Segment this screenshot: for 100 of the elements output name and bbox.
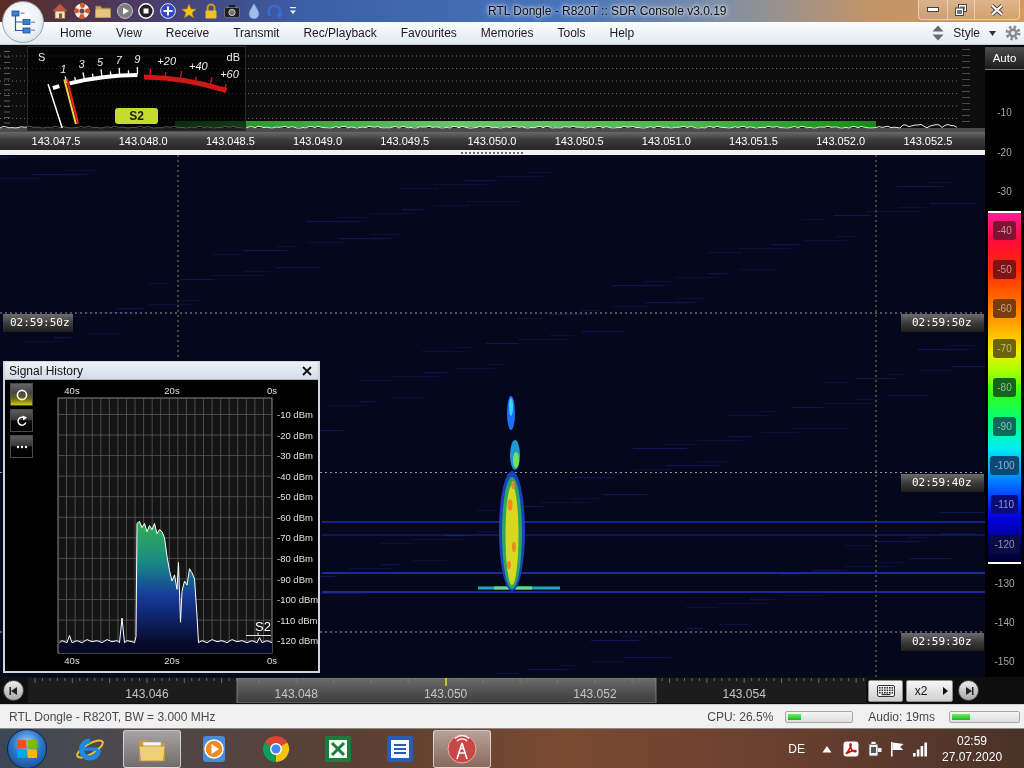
level-label: -90 <box>993 417 1016 436</box>
frequency-label: 143.048.5 <box>205 135 255 147</box>
level-label: -20 <box>997 145 1012 160</box>
close-icon[interactable] <box>302 365 312 376</box>
tuning-cursor <box>445 678 447 687</box>
plus-icon[interactable] <box>159 3 176 19</box>
panel-title: Signal History <box>8 362 84 380</box>
folder-icon[interactable] <box>95 3 111 19</box>
axis-label: 20s <box>164 655 180 666</box>
stop-icon[interactable] <box>138 3 154 19</box>
star-icon[interactable] <box>181 3 197 19</box>
splitter-handle[interactable] <box>460 151 525 154</box>
restore-icon <box>955 3 967 16</box>
gear-icon[interactable] <box>1005 25 1021 41</box>
menu-item[interactable]: Receive <box>159 22 216 44</box>
scroll-left-button[interactable] <box>3 680 24 701</box>
language-indicator[interactable]: DE <box>788 739 805 758</box>
time-label: 02:59:50z <box>3 314 73 332</box>
swirl-icon[interactable] <box>843 740 859 757</box>
level-label: -10 <box>997 106 1012 121</box>
meter-unit-label: dB <box>226 51 240 63</box>
menu-item[interactable]: View <box>110 22 148 44</box>
cpu-label: CPU: 26.5% <box>707 708 774 726</box>
menu-item[interactable]: Rec/Playback <box>297 22 383 44</box>
frequency-label: 143.050 <box>423 687 468 701</box>
reading-marker <box>245 632 272 636</box>
axis-label: 0s <box>267 655 277 666</box>
meter-unit-label: S <box>38 51 46 63</box>
time-label: 02:59:30z <box>901 633 984 651</box>
spreadsheet-icon[interactable] <box>323 733 353 764</box>
level-label: -60 <box>993 299 1016 319</box>
scroll-right-button[interactable] <box>958 680 979 701</box>
camera-icon[interactable] <box>224 3 240 19</box>
signal-reading: S2 <box>255 619 271 634</box>
meter-scale-label: 7 <box>115 53 122 66</box>
frequency-label: 143.052.5 <box>903 135 953 147</box>
frequency-label: 143.052.0 <box>816 135 866 147</box>
play-icon[interactable] <box>116 3 133 19</box>
four-pane-icon <box>17 739 37 758</box>
restore-button[interactable] <box>947 0 974 19</box>
time-label: 02:59:50z <box>901 314 984 332</box>
keyboard-icon <box>876 684 895 697</box>
level-label: -100 <box>990 456 1019 476</box>
auto-button[interactable]: Auto <box>985 47 1024 70</box>
level-label: -150 <box>994 655 1015 670</box>
menu-item[interactable]: Tools <box>551 22 592 44</box>
meter-scale-label: 1 <box>60 62 67 75</box>
signal-bars-icon[interactable] <box>912 740 928 757</box>
frequency-label: 143.051.5 <box>729 135 778 147</box>
frequency-label: 143.047.5 <box>31 135 81 147</box>
meter-scale-label: 3 <box>78 58 85 71</box>
frequency-label: 143.050.5 <box>554 135 604 147</box>
circle-icon <box>15 388 28 401</box>
menu-item[interactable]: Help <box>603 22 641 44</box>
clock-button[interactable]: 02:59 27.07.2020 <box>942 732 1002 765</box>
level-label: -130 <box>994 576 1015 591</box>
axis-label: -120 dBm <box>277 635 318 647</box>
radio-tower-icon <box>447 733 477 764</box>
frequency-label: 143.050.0 <box>467 135 517 147</box>
tool-button[interactable] <box>10 409 33 432</box>
level-label: -120 <box>990 534 1019 554</box>
level-label: -80 <box>993 377 1016 397</box>
flag-icon[interactable] <box>889 740 905 757</box>
triangle-up-icon[interactable] <box>822 744 832 753</box>
level-label: -50 <box>993 260 1016 280</box>
zoom-button[interactable]: x2 <box>906 679 953 702</box>
up-down-arrows-icon[interactable] <box>932 25 945 41</box>
close-button[interactable] <box>974 0 1019 19</box>
start-button[interactable] <box>7 728 47 768</box>
level-label: -30 <box>997 184 1012 199</box>
frequency-label: 143.052 <box>573 687 617 701</box>
meter-scale-label: +20 <box>157 55 177 68</box>
arrow-left-icon <box>8 685 19 696</box>
style-menu[interactable]: Style <box>950 23 999 43</box>
meter-scale-label: 5 <box>96 55 104 68</box>
menu-item[interactable]: Favourites <box>394 22 463 44</box>
droplet-icon[interactable] <box>245 3 262 19</box>
taskbar-app-button[interactable] <box>433 729 491 768</box>
level-label: -110 <box>990 495 1019 515</box>
frequency-label: 143.048 <box>274 687 318 701</box>
axis-label: -10 dBm <box>277 409 313 420</box>
home-icon[interactable] <box>52 3 68 19</box>
minimize-icon <box>927 7 939 12</box>
menu-item[interactable]: Transmit <box>227 22 286 44</box>
lifebuoy-icon[interactable] <box>73 3 90 19</box>
axis-label: 20s <box>164 385 180 396</box>
taskbar-app-button[interactable] <box>123 729 181 768</box>
tricolor-wheel-icon[interactable] <box>261 733 291 764</box>
tool-button[interactable] <box>10 383 33 406</box>
axis-label: -40 dBm <box>277 470 313 482</box>
menu-item[interactable]: Memories <box>474 22 540 44</box>
axis-label: 40s <box>64 655 80 666</box>
minimize-button[interactable] <box>919 0 947 19</box>
keyboard-button[interactable] <box>868 679 903 702</box>
axis-label: -50 dBm <box>277 491 313 503</box>
document-icon[interactable] <box>385 733 415 764</box>
device-icon[interactable] <box>866 740 882 757</box>
menu-item[interactable]: Home <box>54 22 98 44</box>
axis-label: 0s <box>267 385 277 396</box>
tool-button[interactable] <box>10 435 33 458</box>
